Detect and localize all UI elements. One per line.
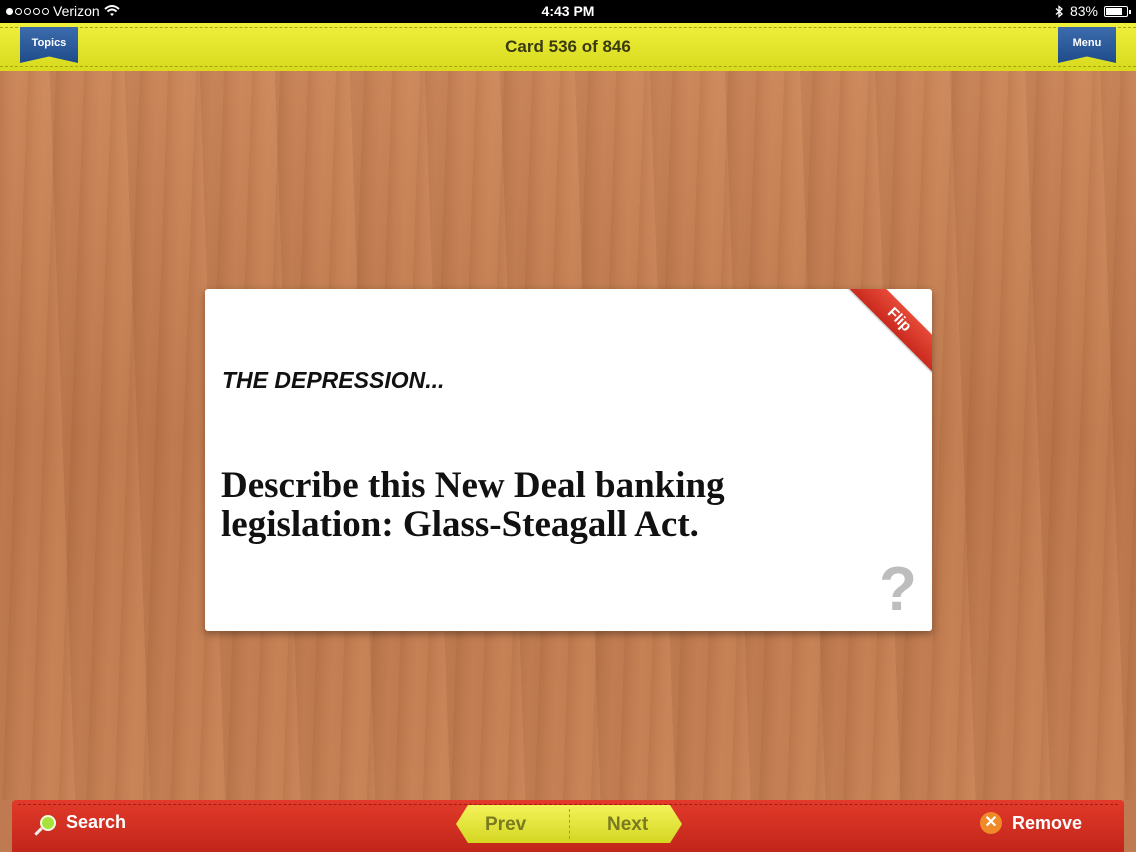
flip-button[interactable]: Flip [843, 289, 932, 376]
prev-next-control: Prev Next [456, 805, 682, 843]
search-button[interactable]: Search [40, 812, 126, 833]
card-topic: THE DEPRESSION... [222, 367, 445, 393]
status-bar: Verizon 4:43 PM 83% [0, 0, 1136, 23]
battery-icon [1104, 5, 1131, 17]
remove-button[interactable]: ✕ Remove [980, 812, 1082, 834]
card-counter: Card 536 of 846 [505, 37, 631, 56]
question-mark-icon: ? [879, 555, 917, 624]
clock: 4:43 PM [541, 3, 595, 19]
menu-button[interactable]: Menu [1058, 27, 1116, 63]
footer-bar: Search Prev Next ✕ Remove [12, 800, 1124, 852]
remove-label: Remove [1012, 812, 1083, 833]
remove-x-icon: ✕ [980, 812, 1002, 834]
prev-button[interactable]: Prev [485, 814, 526, 836]
bluetooth-icon [1055, 4, 1063, 18]
nav-divider [569, 809, 570, 839]
status-right: 83% [1055, 3, 1131, 19]
search-icon [40, 814, 56, 831]
header-bar: Topics Card 536 of 846 Menu [0, 23, 1136, 71]
card-question: Describe this New Deal banking legislati… [221, 465, 725, 545]
search-label: Search [66, 812, 127, 832]
flash-card[interactable]: Flip THE DEPRESSION... Describe this New… [205, 289, 932, 631]
battery-percent: 83% [1069, 3, 1098, 19]
next-button[interactable]: Next [607, 814, 648, 836]
